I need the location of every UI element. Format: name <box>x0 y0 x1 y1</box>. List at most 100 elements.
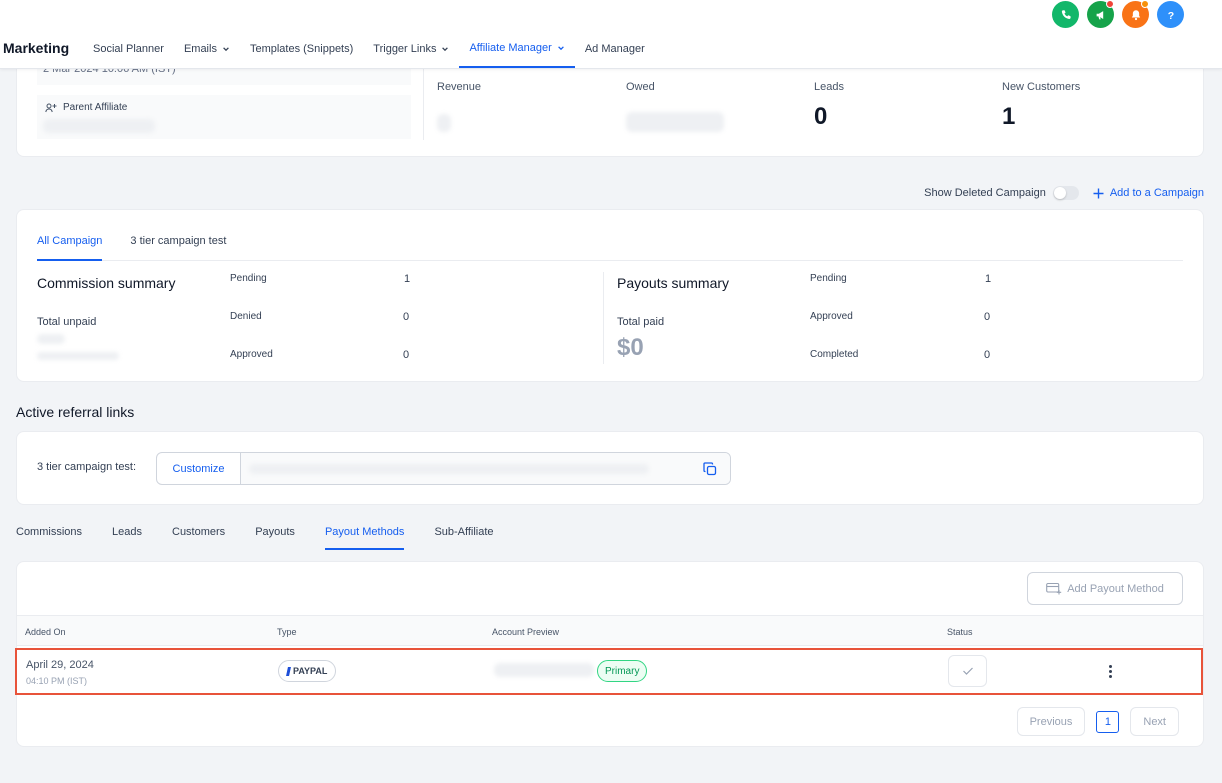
nav-label: Social Planner <box>93 43 164 55</box>
nav-ad-manager[interactable]: Ad Manager <box>575 30 655 68</box>
commission-pending-value: 1 <box>404 273 411 285</box>
add-payout-method-label: Add Payout Method <box>1067 582 1164 595</box>
app-title: Marketing <box>3 40 70 56</box>
referral-links-card: 3 tier campaign test: Customize <box>16 431 1204 505</box>
tab-sub-affiliate[interactable]: Sub-Affiliate <box>434 516 493 550</box>
payout-methods-card: Add Payout Method Added On Type Account … <box>15 561 1204 747</box>
column-added-on: Added On <box>25 627 66 637</box>
copy-icon[interactable] <box>702 461 718 477</box>
header-action-icons: ? <box>1052 0 1184 28</box>
payout-pending-label: Pending <box>810 273 847 284</box>
referral-url-field[interactable] <box>241 453 730 484</box>
active-referral-links-title: Active referral links <box>16 404 135 420</box>
plus-icon <box>1093 188 1104 198</box>
total-paid-label: Total paid <box>617 316 665 328</box>
stat-revenue: Revenue <box>437 81 481 93</box>
redacted-referral-url <box>249 464 649 474</box>
payout-approved-value: 0 <box>984 311 991 323</box>
stat-label: Owed <box>626 81 655 93</box>
nav-label: Templates (Snippets) <box>249 43 354 55</box>
next-page-button[interactable]: Next <box>1130 707 1179 736</box>
nav-affiliate-manager[interactable]: Affiliate Manager <box>459 30 575 68</box>
commission-summary-title: Commission summary <box>37 275 176 291</box>
commission-denied-value: 0 <box>403 311 410 323</box>
stat-label: Leads <box>814 81 844 93</box>
stat-leads: Leads 0 <box>814 81 844 131</box>
chevron-down-icon <box>223 47 229 52</box>
svg-text:?: ? <box>1167 9 1173 21</box>
payout-type-badge: PAYPAL <box>278 660 337 682</box>
tab-all-campaign[interactable]: All Campaign <box>37 235 103 261</box>
bell-icon[interactable] <box>1122 0 1149 28</box>
chevron-down-icon <box>557 46 564 51</box>
commission-approved-value: 0 <box>403 349 410 361</box>
tab-payout-methods[interactable]: Payout Methods <box>324 516 405 550</box>
payout-pending-value: 1 <box>985 273 992 285</box>
notification-dot <box>1106 0 1114 8</box>
campaign-tabs: All Campaign 3 tier campaign test <box>37 235 1183 261</box>
total-unpaid-label: Total unpaid <box>37 316 97 328</box>
tab-3-tier-campaign-test[interactable]: 3 tier campaign test <box>130 235 226 261</box>
user-plus-icon <box>45 103 57 112</box>
chevron-down-icon <box>442 47 449 52</box>
table-header: Added On Type Account Preview Status <box>17 615 1203 646</box>
added-on-date: April 29, 2024 <box>26 659 94 671</box>
parent-affiliate-label: Parent Affiliate <box>45 102 403 113</box>
stat-value: 1 <box>1002 103 1016 130</box>
add-to-campaign-button[interactable]: Add to a Campaign <box>1093 187 1204 199</box>
show-deleted-toggle[interactable] <box>1052 186 1079 200</box>
payout-type-label: PAYPAL <box>293 666 328 676</box>
stat-label: Revenue <box>437 81 482 93</box>
commission-pending-label: Pending <box>230 273 267 284</box>
help-icon[interactable]: ? <box>1157 1 1184 28</box>
add-to-campaign-label: Add to a Campaign <box>1109 187 1204 199</box>
payout-completed-value: 0 <box>984 349 991 361</box>
tab-commissions[interactable]: Commissions <box>16 516 82 550</box>
campaign-summary-card: All Campaign 3 tier campaign test Commis… <box>16 209 1204 382</box>
redacted-unpaid <box>37 352 119 360</box>
parent-affiliate-text: Parent Affiliate <box>63 102 128 113</box>
phone-icon[interactable] <box>1052 1 1079 28</box>
check-icon <box>962 667 973 675</box>
customize-button[interactable]: Customize <box>157 453 241 484</box>
tab-customers[interactable]: Customers <box>172 516 225 550</box>
nav-emails[interactable]: Emails <box>174 30 240 68</box>
referral-link-group: Customize <box>156 452 731 485</box>
nav-trigger-links[interactable]: Trigger Links <box>363 30 459 68</box>
divider <box>603 272 604 364</box>
pagination: Previous 1 Next <box>1016 707 1179 736</box>
megaphone-icon[interactable] <box>1087 0 1114 28</box>
nav-social-planner[interactable]: Social Planner <box>83 30 174 68</box>
added-on-time: 04:10 PM (IST) <box>26 676 88 686</box>
tab-payouts[interactable]: Payouts <box>255 516 295 550</box>
top-navbar: ? Marketing Social Planner Emails Templa… <box>0 0 1222 69</box>
payout-approved-label: Approved <box>810 311 853 322</box>
tab-leads[interactable]: Leads <box>112 516 142 550</box>
status-toggle[interactable] <box>948 655 987 687</box>
column-type: Type <box>277 627 297 637</box>
nav-templates[interactable]: Templates (Snippets) <box>240 30 363 68</box>
referral-campaign-label: 3 tier campaign test: <box>37 461 137 473</box>
show-deleted-label: Show Deleted Campaign <box>924 187 1046 199</box>
commission-approved-label: Approved <box>230 349 273 360</box>
page-number[interactable]: 1 <box>1096 710 1120 733</box>
stat-label: New Customers <box>1002 81 1081 93</box>
nav-label: Ad Manager <box>584 43 645 55</box>
table-row[interactable]: April 29, 2024 04:10 PM (IST) PAYPAL Pri… <box>15 648 1203 695</box>
nav-label: Affiliate Manager <box>469 42 552 54</box>
more-options-icon[interactable] <box>1102 661 1118 681</box>
payout-completed-label: Completed <box>810 349 859 360</box>
main-nav: Social Planner Emails Templates (Snippet… <box>83 30 655 68</box>
previous-page-button[interactable]: Previous <box>1016 707 1086 736</box>
affiliate-detail-tabs: Commissions Leads Customers Payouts Payo… <box>16 516 494 550</box>
stat-new-customers: New Customers 1 <box>1002 81 1080 131</box>
paypal-icon <box>286 666 291 676</box>
redacted-unpaid <box>37 334 65 344</box>
column-status: Status <box>947 627 973 637</box>
stat-owed: Owed <box>626 81 655 93</box>
column-account-preview: Account Preview <box>492 627 560 637</box>
add-payout-method-button[interactable]: Add Payout Method <box>1027 572 1183 605</box>
parent-affiliate-box: Parent Affiliate <box>37 95 411 139</box>
stat-value: 0 <box>814 103 828 130</box>
redacted-account-preview <box>494 663 594 677</box>
